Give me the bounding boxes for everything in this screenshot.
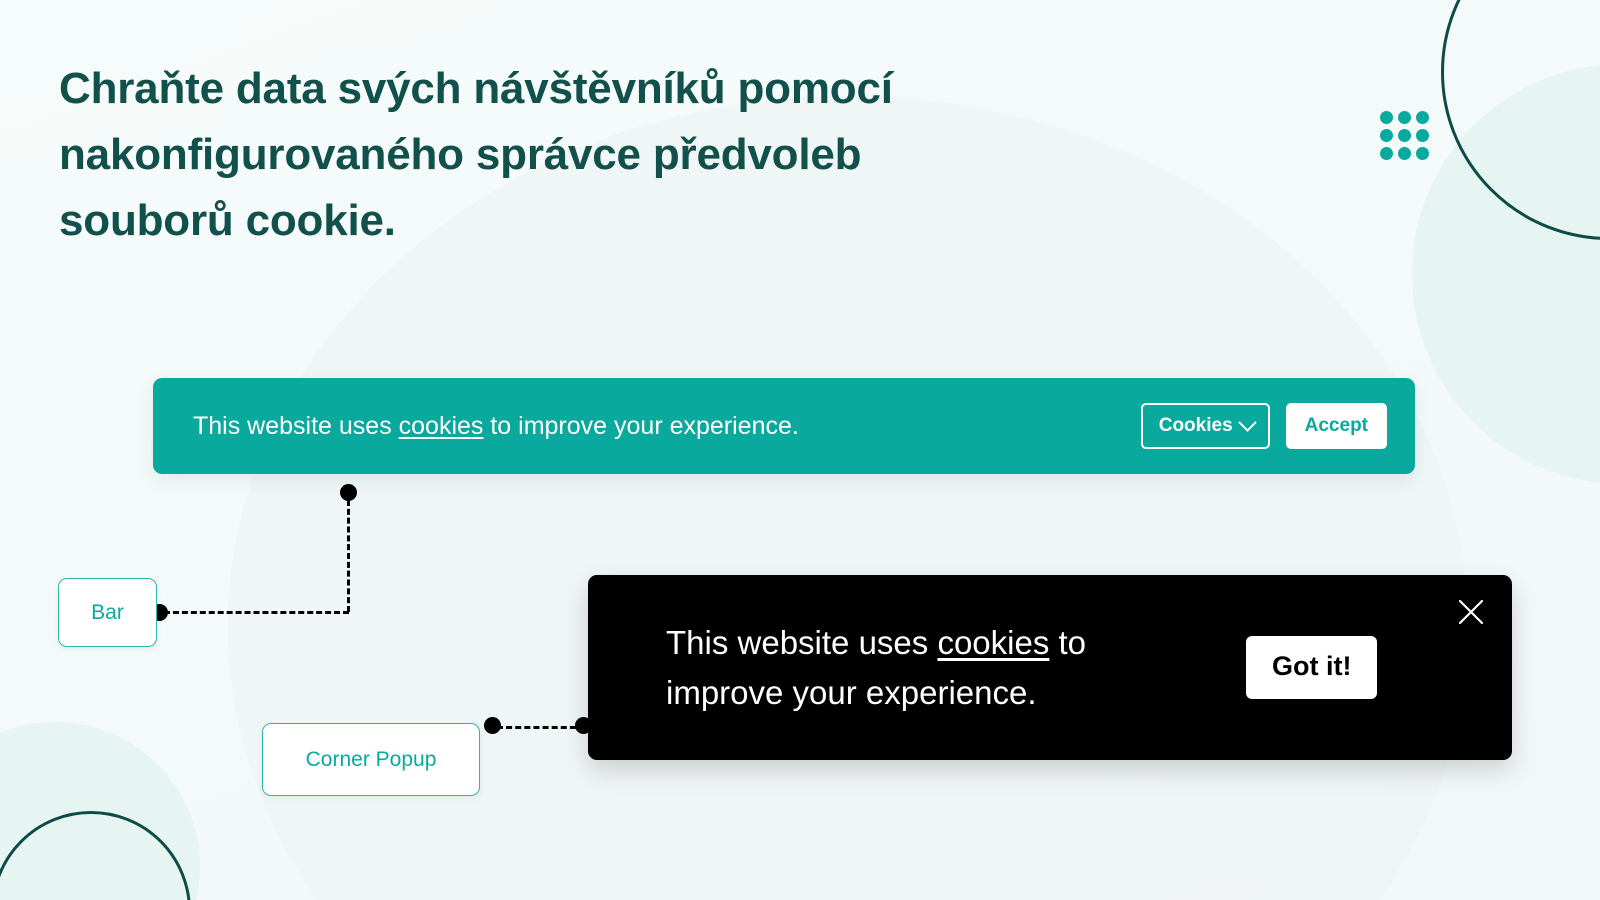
hero-stage: Chraňte data svých návštěvníků pomocí na… <box>0 0 1600 900</box>
cookies-dropdown-label: Cookies <box>1158 415 1233 436</box>
cookie-bar-message-prefix: This website uses <box>193 412 399 440</box>
cookie-bar-banner: This website uses cookies to improve you… <box>153 378 1415 474</box>
page-title: Chraňte data svých návštěvníků pomocí na… <box>59 64 893 245</box>
connector-line-bar-vertical <box>347 500 350 612</box>
corner-popup-cookies-link[interactable]: cookies <box>937 624 1049 661</box>
decor-ring-top-right <box>1441 0 1600 240</box>
label-card-corner-popup[interactable]: Corner Popup <box>262 723 480 796</box>
dot-grid-icon <box>1377 108 1431 162</box>
got-it-button[interactable]: Got it! <box>1246 636 1378 699</box>
cookie-corner-popup: This website uses cookies to improve you… <box>588 575 1512 760</box>
close-icon[interactable] <box>1454 595 1488 629</box>
connector-line-corner-horizontal <box>497 726 585 729</box>
connector-node-bar-banner <box>340 484 357 501</box>
cookie-bar-cookies-link[interactable]: cookies <box>399 412 484 440</box>
corner-popup-message-prefix: This website uses <box>666 623 938 661</box>
corner-popup-message: This website uses cookies to improve you… <box>666 618 1186 718</box>
chevron-down-icon <box>1237 413 1257 432</box>
connector-line-bar-horizontal <box>164 611 349 614</box>
decor-ring-bottom-left <box>0 811 191 900</box>
decor-circle-mint-bottom-left <box>0 722 200 900</box>
cookie-bar-actions: Cookies Accept <box>1140 403 1387 449</box>
decor-circle-mint-top-right <box>1412 64 1600 484</box>
connector-node-corner-card <box>484 717 501 734</box>
cookie-bar-message-suffix: to improve your experience. <box>483 412 799 440</box>
cookie-bar-message: This website uses cookies to improve you… <box>193 411 1141 441</box>
cookies-dropdown-button[interactable]: Cookies <box>1140 403 1270 449</box>
label-card-bar[interactable]: Bar <box>58 578 157 647</box>
accept-button[interactable]: Accept <box>1285 403 1387 449</box>
